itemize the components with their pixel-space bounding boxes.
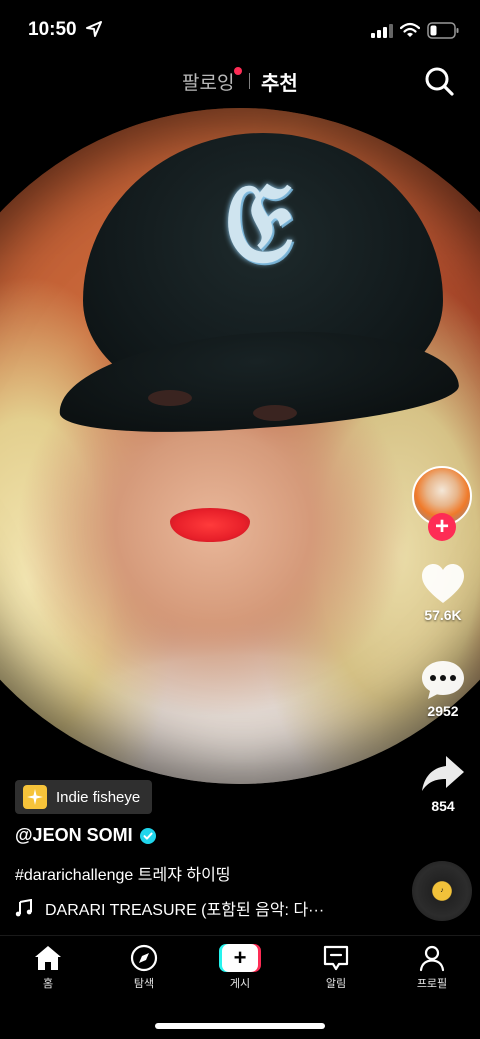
verified-icon bbox=[139, 827, 156, 844]
comment-count: 2952 bbox=[427, 703, 459, 719]
nav-explore-label: 탐색 bbox=[133, 978, 155, 990]
lips-shape bbox=[170, 508, 250, 542]
feed-tabs: 팔로잉 추천 bbox=[0, 64, 480, 98]
share-button[interactable]: 854 bbox=[410, 754, 476, 814]
nav-profile-label: 프로필 bbox=[416, 978, 448, 990]
heart-icon bbox=[422, 564, 464, 603]
comment-icon bbox=[422, 661, 464, 699]
tab-following[interactable]: 팔로잉 bbox=[182, 68, 234, 95]
right-eye-shape bbox=[253, 405, 297, 421]
cap-logo: 𝔈 bbox=[224, 158, 292, 287]
music-row[interactable]: DARARI TREASURE (포함된 음악: 다··· bbox=[15, 896, 324, 920]
video-frame: 𝔈 bbox=[0, 108, 480, 784]
music-title: DARARI TREASURE (포함된 음악: 다··· bbox=[45, 902, 325, 919]
location-arrow-icon bbox=[86, 21, 102, 37]
inbox-icon bbox=[323, 945, 349, 971]
status-bar: 10:50 bbox=[0, 0, 480, 60]
effect-chip[interactable]: Indie fisheye bbox=[15, 780, 153, 814]
tab-divider bbox=[249, 73, 250, 89]
plus-icon: + bbox=[222, 944, 258, 972]
battery-icon bbox=[427, 22, 459, 39]
like-button[interactable]: 57.6K bbox=[410, 563, 476, 623]
nav-home-label: 홈 bbox=[42, 978, 54, 990]
effect-sparkle-icon bbox=[23, 785, 47, 809]
compass-icon bbox=[130, 944, 158, 972]
share-icon bbox=[422, 756, 464, 791]
nav-inbox-label: 알림 bbox=[325, 978, 347, 990]
nav-inbox[interactable]: 알림 bbox=[296, 944, 376, 991]
signal-icon bbox=[371, 24, 393, 38]
creator-avatar-group: + bbox=[412, 466, 474, 541]
share-count: 854 bbox=[431, 798, 455, 814]
username-text: @JEON SOMI bbox=[15, 825, 133, 845]
disc-label: ♪ bbox=[440, 887, 444, 894]
post-button: + bbox=[219, 944, 261, 972]
profile-icon bbox=[419, 945, 445, 972]
home-indicator bbox=[155, 1023, 325, 1029]
status-time: 10:50 bbox=[28, 19, 77, 40]
notification-dot bbox=[234, 67, 242, 75]
tab-for-you[interactable]: 추천 bbox=[261, 67, 298, 96]
creator-username[interactable]: @JEON SOMI bbox=[15, 825, 156, 846]
follow-button[interactable]: + bbox=[428, 513, 456, 541]
nav-post-label: 게시 bbox=[229, 978, 251, 990]
left-eye-shape bbox=[148, 390, 192, 406]
comment-button[interactable]: 2952 bbox=[410, 659, 476, 719]
like-count: 57.6K bbox=[424, 607, 462, 623]
home-icon bbox=[35, 946, 61, 970]
wifi-icon bbox=[400, 22, 420, 37]
music-note-icon bbox=[15, 899, 32, 917]
nav-explore[interactable]: 탐색 bbox=[104, 944, 184, 991]
effect-label: Indie fisheye bbox=[56, 788, 141, 806]
search-icon[interactable] bbox=[423, 65, 455, 97]
post-caption[interactable]: #dararichallenge 트레쟈 하이띵 bbox=[15, 861, 231, 885]
nav-post[interactable]: + 게시 bbox=[200, 944, 280, 991]
music-disc[interactable]: ♪ bbox=[412, 861, 472, 921]
nav-profile[interactable]: 프로필 bbox=[392, 944, 472, 991]
nav-home[interactable]: 홈 bbox=[8, 944, 88, 991]
